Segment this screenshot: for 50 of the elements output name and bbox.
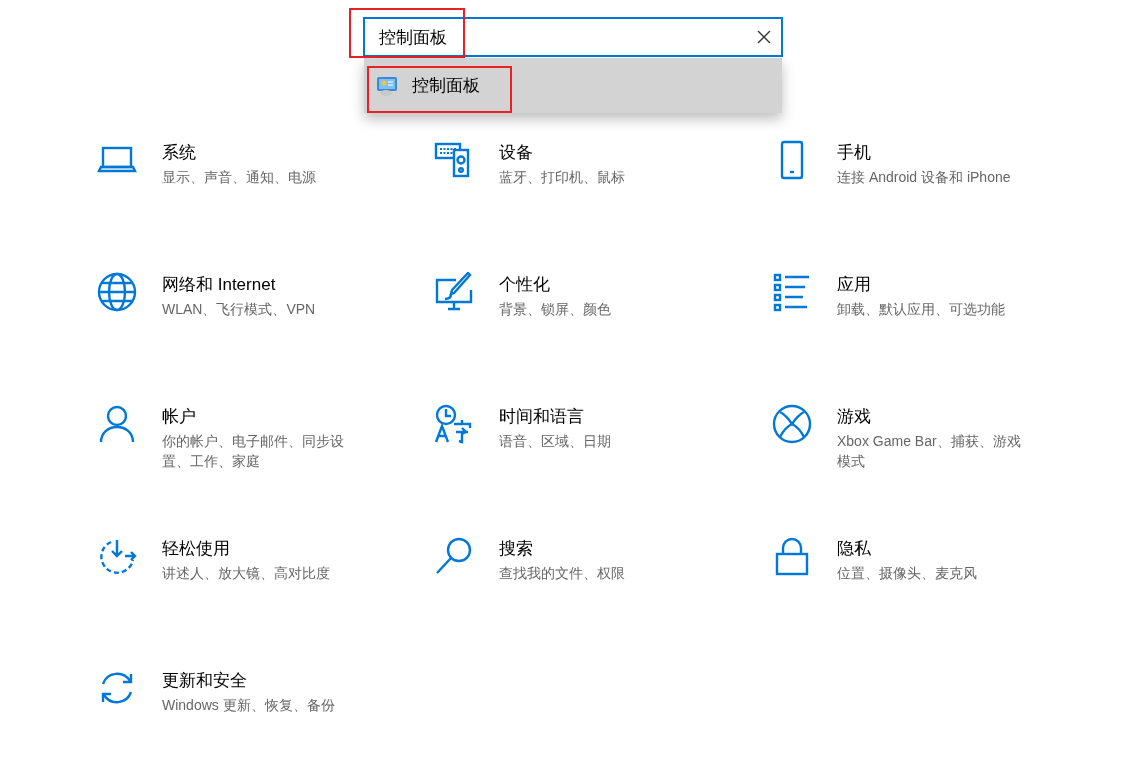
tile-title: 轻松使用 [162,538,231,560]
settings-tile[interactable]: 搜索 查找我的文件、权限 [433,536,771,668]
settings-tile[interactable]: 帐户 你的帐户、电子邮件、同步设置、工作、家庭 [96,404,433,536]
settings-tile[interactable]: 隐私 位置、摄像头、麦克风 [771,536,1071,668]
tile-description: 背景、锁屏、颜色 [499,300,612,319]
tile-title: 游戏 [837,406,872,428]
settings-tile[interactable]: 手机 连接 Android 设备和 iPhone [771,140,1071,272]
tile-description: 查找我的文件、权限 [499,564,626,583]
settings-tile[interactable]: 系统 显示、声音、通知、电源 [96,140,433,272]
tile-title: 应用 [837,274,872,296]
settings-tile[interactable]: 时间和语言 语音、区域、日期 [433,404,771,536]
settings-tile[interactable]: 轻松使用 讲述人、放大镜、高对比度 [96,536,433,668]
close-icon[interactable] [757,30,771,44]
clock-letters-icon [434,404,474,444]
settings-tile[interactable]: 更新和安全 Windows 更新、恢复、备份 [96,668,433,758]
tile-title: 个性化 [499,274,551,296]
tile-title: 更新和安全 [162,670,248,692]
tile-description: Xbox Game Bar、捕获、游戏模式 [837,432,1022,471]
tile-description: 连接 Android 设备和 iPhone [837,168,1012,187]
search-icon [434,536,474,576]
tile-title: 手机 [837,142,872,164]
tile-title: 设备 [499,142,534,164]
tile-title: 帐户 [162,406,197,428]
monitor-brush-icon [434,272,474,312]
suggestion-item[interactable]: 控制面板 [364,58,782,113]
person-icon [97,404,137,444]
tile-description: 讲述人、放大镜、高对比度 [162,564,331,583]
control-panel-icon [376,74,398,97]
tile-description: Windows 更新、恢复、备份 [162,696,336,715]
settings-tile[interactable]: 网络和 Internet WLAN、飞行模式、VPN [96,272,433,404]
tile-description: 蓝牙、打印机、鼠标 [499,168,626,187]
tile-description: 卸载、默认应用、可选功能 [837,300,1006,319]
tile-title: 时间和语言 [499,406,585,428]
xbox-logo-icon [772,404,812,444]
tile-title: 搜索 [499,538,534,560]
globe-icon [97,272,137,312]
settings-tile[interactable]: 设备 蓝牙、打印机、鼠标 [433,140,771,272]
settings-tile[interactable]: 应用 卸载、默认应用、可选功能 [771,272,1071,404]
search-field[interactable]: 控制面板 [363,17,783,57]
settings-tile[interactable]: 游戏 Xbox Game Bar、捕获、游戏模式 [771,404,1071,536]
list-icon [772,272,812,312]
tile-description: 显示、声音、通知、电源 [162,168,317,187]
settings-tile[interactable]: 个性化 背景、锁屏、颜色 [433,272,771,404]
tile-title: 网络和 Internet [162,274,277,296]
tile-description: WLAN、飞行模式、VPN [162,300,317,319]
tile-description: 位置、摄像头、麦克风 [837,564,978,583]
tile-description: 你的帐户、电子邮件、同步设置、工作、家庭 [162,432,345,471]
tile-title: 隐私 [837,538,872,560]
tile-description: 语音、区域、日期 [499,432,612,451]
tile-title: 系统 [162,142,197,164]
